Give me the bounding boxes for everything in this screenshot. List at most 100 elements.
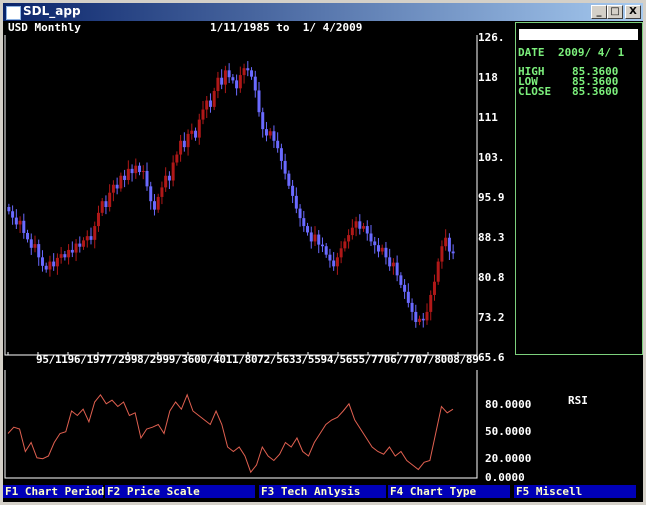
candle-down — [388, 257, 392, 267]
candle-down — [63, 254, 67, 258]
candle-up — [444, 237, 448, 247]
candle-up — [67, 249, 71, 258]
price-tick-label: 126. — [478, 31, 505, 44]
candle-up — [186, 133, 190, 148]
symbol-label: USD Monthly — [8, 21, 81, 34]
candle-down — [152, 201, 156, 210]
candle-up — [119, 175, 123, 189]
candle-down — [451, 251, 455, 254]
close-button[interactable]: X — [625, 5, 641, 19]
candle-up — [339, 248, 343, 258]
price-tick-label: 65.6 — [478, 351, 505, 364]
candle-up — [350, 227, 354, 236]
candle-down — [324, 246, 328, 255]
candle-up — [432, 281, 436, 295]
candle-down — [320, 244, 324, 247]
window-title: SDL_app — [23, 4, 81, 18]
info-panel: DATE 2009/ 4/ 1 HIGH 85.3600 LOW 85.3600… — [515, 22, 643, 355]
candle-down — [369, 233, 373, 242]
candle-down — [37, 244, 41, 258]
candle-up — [82, 240, 86, 247]
close-value: 85.3600 — [572, 85, 619, 98]
info-input-box[interactable] — [519, 29, 638, 40]
f4-chart-type-button[interactable]: F4 Chart Type — [388, 485, 510, 498]
candle-up — [74, 243, 78, 253]
candle-down — [261, 112, 265, 130]
app-window: SDL_app _ □ X USD Monthly 1/11/1985 to 1… — [0, 0, 646, 505]
candle-down — [235, 80, 239, 89]
close-label: CLOSE — [518, 85, 552, 98]
candle-down — [29, 239, 33, 248]
price-tick-label: 88.3 — [478, 231, 505, 244]
candle-down — [406, 291, 410, 303]
candle-down — [264, 129, 268, 136]
candle-down — [298, 208, 302, 219]
candle-down — [276, 140, 280, 149]
candle-down — [149, 186, 153, 202]
candle-down — [130, 168, 134, 174]
candle-down — [309, 232, 313, 242]
candle-down — [294, 195, 298, 209]
candle-up — [354, 221, 358, 228]
candle-up — [429, 294, 433, 312]
candle-down — [283, 160, 287, 174]
candle-down — [421, 318, 425, 321]
candle-down — [115, 184, 119, 189]
candle-down — [194, 130, 198, 138]
app-icon — [6, 6, 21, 20]
candle-down — [89, 236, 93, 240]
candle-down — [104, 201, 108, 208]
date-range: 1/11/1985 to 1/ 4/2009 — [210, 21, 363, 34]
maximize-button[interactable]: □ — [607, 5, 623, 19]
title-bar[interactable]: SDL_app _ □ X — [3, 3, 643, 21]
candle-down — [145, 170, 149, 187]
candle-up — [238, 75, 242, 89]
candle-down — [14, 217, 18, 225]
candle-up — [268, 131, 272, 136]
f2-price-scale-button[interactable]: F2 Price Scale — [105, 485, 255, 498]
candle-down — [7, 207, 11, 212]
minimize-button[interactable]: _ — [591, 5, 607, 19]
candle-down — [287, 173, 291, 186]
candle-up — [223, 70, 227, 85]
candle-down — [395, 262, 399, 276]
candle-down — [167, 175, 171, 181]
candle-up — [425, 311, 429, 321]
candle-down — [220, 77, 224, 85]
rsi-tick-label: 50.0000 — [485, 425, 532, 438]
price-tick-label: 73.2 — [478, 311, 505, 324]
candle-up — [126, 168, 130, 180]
price-tick-label: 80.8 — [478, 271, 505, 284]
f1-chart-period-button[interactable]: F1 Chart Period — [3, 485, 104, 498]
candle-down — [332, 260, 336, 267]
candle-up — [93, 226, 97, 240]
candle-down — [358, 221, 362, 229]
candle-down — [257, 90, 261, 113]
candle-up — [362, 226, 366, 229]
date-label: DATE — [518, 46, 545, 59]
price-tick-label: 95.9 — [478, 191, 505, 204]
candle-down — [302, 218, 306, 227]
candle-down — [231, 77, 235, 81]
candle-down — [414, 311, 418, 322]
candle-up — [212, 90, 216, 107]
candle-up — [313, 234, 317, 242]
candle-down — [317, 234, 321, 245]
candle-down — [410, 302, 414, 312]
candle-down — [253, 76, 257, 91]
rsi-label: RSI — [568, 394, 588, 407]
candle-down — [123, 175, 127, 180]
candle-down — [399, 275, 403, 285]
candle-up — [33, 244, 37, 248]
f3-tech-analysis-button[interactable]: F3 Tech Anlysis — [259, 485, 386, 498]
candle-up — [160, 187, 164, 197]
candle-up — [179, 140, 183, 155]
candle-down — [376, 245, 380, 252]
chart-canvas[interactable]: USD Monthly 1/11/1985 to 1/ 4/2009 DATE … — [3, 21, 643, 502]
candle-up — [111, 184, 115, 193]
f5-miscell-button[interactable]: F5 Miscell — [514, 485, 636, 498]
candle-down — [291, 185, 295, 196]
candle-up — [100, 201, 104, 213]
candle-up — [156, 196, 160, 210]
candle-up — [164, 175, 168, 188]
